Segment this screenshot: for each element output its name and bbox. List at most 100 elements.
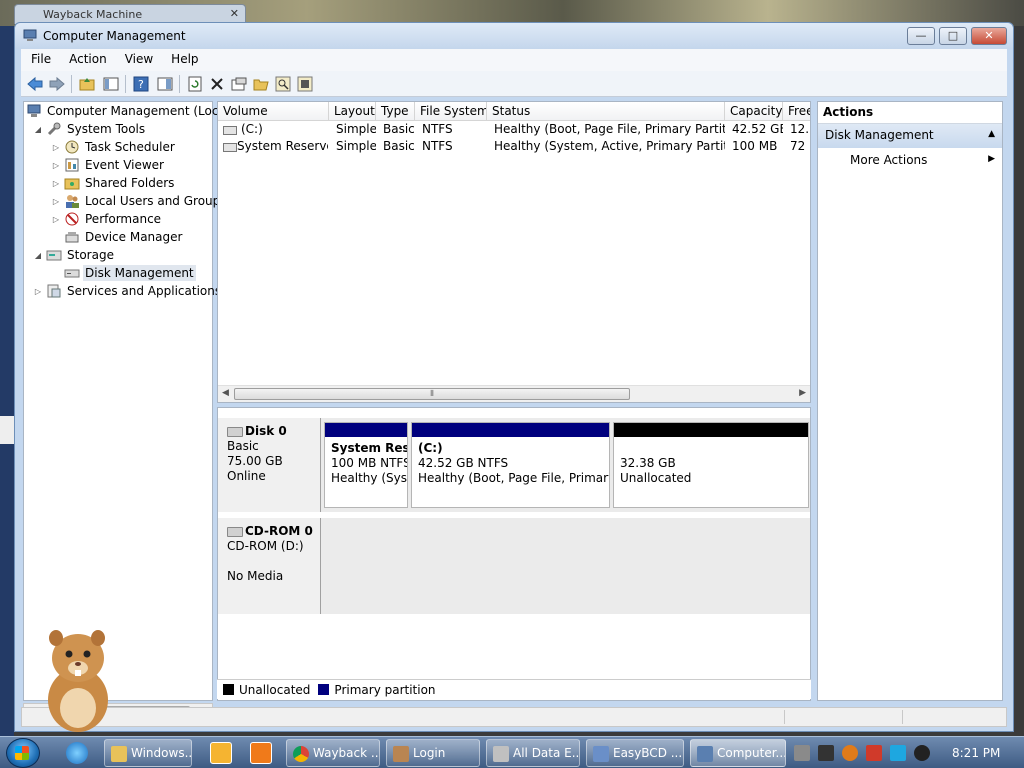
- scroll-right-icon[interactable]: ▶: [799, 388, 806, 398]
- taskbar-item-windows-explorer[interactable]: Windows...: [104, 739, 192, 767]
- menu-help[interactable]: Help: [161, 49, 206, 66]
- tree-item-storage[interactable]: ◢ Storage: [32, 246, 116, 264]
- tree-item-services-applications[interactable]: ▷ Services and Applications: [32, 282, 223, 300]
- expand-icon[interactable]: ▷: [50, 161, 62, 170]
- hamster-mascot-image: [48, 630, 108, 732]
- tree-item-label: Task Scheduler: [85, 140, 175, 154]
- collapse-icon[interactable]: ▲: [988, 129, 995, 139]
- refresh-icon[interactable]: [185, 74, 205, 94]
- disk-status: Online: [227, 469, 266, 483]
- partition-c-drive[interactable]: (C:) 42.52 GB NTFS Healthy (Boot, Page F…: [411, 422, 610, 508]
- search-icon[interactable]: [273, 74, 293, 94]
- actions-section-disk-management[interactable]: Disk Management ▲: [818, 124, 1002, 148]
- tray-volume-icon[interactable]: [914, 745, 930, 761]
- partition-size: 100 MB NTFS: [331, 456, 407, 470]
- delete-icon[interactable]: [207, 74, 227, 94]
- tree-item-event-viewer[interactable]: ▷ Event Viewer: [50, 156, 166, 174]
- close-icon[interactable]: ✕: [230, 7, 239, 20]
- expand-icon[interactable]: ▷: [50, 197, 62, 206]
- expand-icon[interactable]: ▷: [50, 143, 62, 152]
- disk-row-cdrom-0[interactable]: CD-ROM 0 CD-ROM (D:) No Media: [218, 518, 810, 614]
- internet-explorer-icon[interactable]: [66, 742, 88, 764]
- taskbar-item-computer-management[interactable]: Computer...: [690, 739, 786, 767]
- console-tree-icon[interactable]: [155, 74, 175, 94]
- taskbar: Windows... Wayback ... Login All Data E.…: [0, 736, 1024, 768]
- media-player-icon[interactable]: [210, 742, 232, 764]
- taskbar-clock[interactable]: 8:21 PM: [952, 746, 1000, 760]
- tree-item-performance[interactable]: ▷ Performance: [50, 210, 163, 228]
- disk-row-disk-0[interactable]: Disk 0 Basic 75.00 GB Online System Rese…: [218, 418, 810, 512]
- disk-type: CD-ROM (D:): [227, 539, 304, 553]
- partition-bar: [412, 423, 609, 437]
- column-header-capacity[interactable]: Capacity: [725, 102, 783, 121]
- scroll-left-icon[interactable]: ◀: [222, 388, 229, 398]
- action-more-actions[interactable]: More Actions ▶: [818, 148, 1002, 172]
- expand-icon[interactable]: ▷: [32, 287, 44, 296]
- user-icon: [393, 746, 409, 762]
- clock-icon: [65, 140, 79, 154]
- open-icon[interactable]: [251, 74, 271, 94]
- partition-status: Unallocated: [620, 471, 692, 485]
- column-header-free[interactable]: Free: [783, 102, 810, 121]
- tray-app-icon[interactable]: [794, 745, 810, 761]
- menu-action[interactable]: Action: [59, 49, 115, 66]
- forward-arrow-icon[interactable]: [47, 74, 67, 94]
- partition-unallocated[interactable]: 32.38 GB Unallocated: [613, 422, 809, 508]
- column-header-volume[interactable]: Volume: [218, 102, 329, 121]
- services-icon: [47, 284, 61, 298]
- computer-management-icon: [27, 104, 41, 117]
- tray-monitor-icon[interactable]: [890, 745, 906, 761]
- computer-management-icon: [697, 746, 713, 762]
- column-header-file-system[interactable]: File System: [415, 102, 487, 121]
- maximize-button[interactable]: □: [939, 27, 967, 45]
- disk-label[interactable]: CD-ROM 0 CD-ROM (D:) No Media: [218, 518, 321, 614]
- tree-item-disk-management[interactable]: Disk Management: [50, 264, 196, 282]
- partition-system-reserved[interactable]: System Rese 100 MB NTFS Healthy (Syste: [324, 422, 408, 508]
- column-header-type[interactable]: Type: [376, 102, 415, 121]
- tree-item-computer-management[interactable]: Computer Management (Local: [26, 102, 231, 120]
- toolbar: ?: [21, 71, 1007, 97]
- show-hide-tree-icon[interactable]: [101, 74, 121, 94]
- app-icon[interactable]: [250, 742, 272, 764]
- back-arrow-icon[interactable]: [25, 74, 45, 94]
- tray-flag-icon[interactable]: [866, 745, 882, 761]
- tree-item-local-users-groups[interactable]: ▷ Local Users and Groups: [50, 192, 229, 210]
- menu-file[interactable]: File: [21, 49, 59, 66]
- wizard-icon[interactable]: [295, 74, 315, 94]
- browser-tab-title: Wayback Machine: [43, 8, 143, 21]
- collapse-icon[interactable]: ◢: [32, 251, 44, 260]
- expand-icon[interactable]: ▷: [50, 179, 62, 188]
- disk-label[interactable]: Disk 0 Basic 75.00 GB Online: [218, 418, 321, 512]
- tree-item-device-manager[interactable]: Device Manager: [50, 228, 184, 246]
- volume-list-horizontal-scrollbar[interactable]: ◀ ⦀ ▶: [218, 385, 810, 402]
- up-folder-icon[interactable]: [77, 74, 97, 94]
- tray-checkmark-icon[interactable]: [818, 745, 834, 761]
- column-header-layout[interactable]: Layout: [329, 102, 376, 121]
- taskbar-item-wayback[interactable]: Wayback ...: [286, 739, 380, 767]
- submenu-arrow-icon: ▶: [988, 154, 995, 164]
- collapse-icon[interactable]: ◢: [32, 125, 44, 134]
- expand-icon[interactable]: ▷: [50, 215, 62, 224]
- scroll-thumb[interactable]: ⦀: [234, 388, 630, 400]
- taskbar-item-all-data[interactable]: All Data E...: [486, 739, 580, 767]
- status-bar: [21, 707, 1007, 727]
- actions-section-label: Disk Management: [825, 128, 934, 142]
- desktop-edge: [0, 26, 14, 736]
- menu-view[interactable]: View: [115, 49, 161, 66]
- browser-tab-background[interactable]: Wayback Machine ✕: [14, 4, 246, 24]
- tree-item-shared-folders[interactable]: ▷ Shared Folders: [50, 174, 176, 192]
- minimize-button[interactable]: —: [907, 27, 935, 45]
- tree-item-task-scheduler[interactable]: ▷ Task Scheduler: [50, 138, 177, 156]
- easybcd-icon: [593, 746, 609, 762]
- legend-swatch-unallocated: [223, 684, 234, 695]
- properties-icon[interactable]: [229, 74, 249, 94]
- taskbar-item-login[interactable]: Login: [386, 739, 480, 767]
- close-button[interactable]: ✕: [971, 27, 1007, 45]
- help-icon[interactable]: ?: [131, 74, 151, 94]
- tree-item-system-tools[interactable]: ◢ System Tools: [32, 120, 147, 138]
- title-bar[interactable]: Computer Management — □ ✕: [15, 23, 1013, 49]
- drive-icon: [223, 126, 237, 135]
- tray-search-icon[interactable]: [842, 745, 858, 761]
- taskbar-item-easybcd[interactable]: EasyBCD ...: [586, 739, 684, 767]
- column-header-status[interactable]: Status: [487, 102, 725, 121]
